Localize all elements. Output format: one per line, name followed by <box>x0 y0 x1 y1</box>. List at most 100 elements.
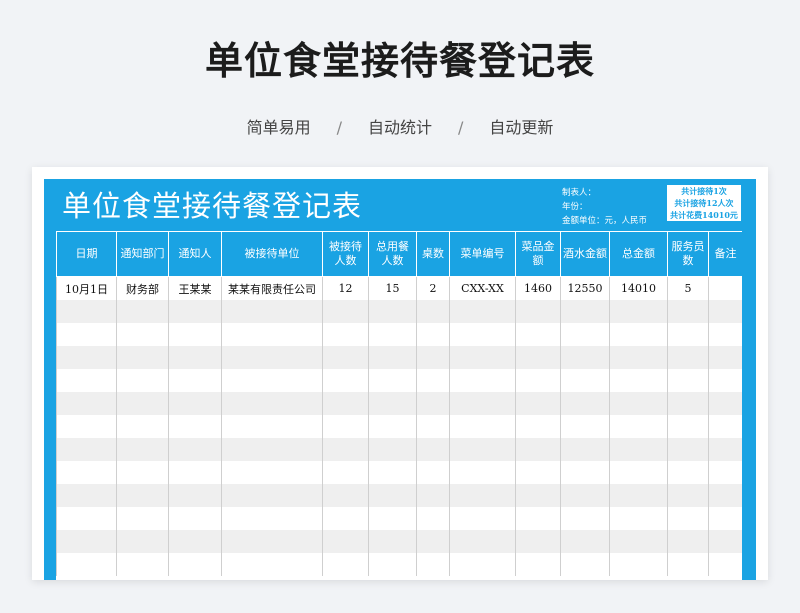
table-cell[interactable] <box>416 323 450 346</box>
table-cell[interactable] <box>221 438 323 461</box>
table-cell[interactable] <box>560 553 610 576</box>
column-header[interactable]: 通知人 <box>168 231 222 277</box>
table-cell[interactable] <box>609 300 668 323</box>
table-cell[interactable] <box>322 323 369 346</box>
table-cell[interactable] <box>708 438 742 461</box>
table-cell[interactable] <box>168 392 222 415</box>
table-cell[interactable] <box>449 392 516 415</box>
table-cell[interactable] <box>168 530 222 553</box>
table-cell[interactable] <box>221 553 323 576</box>
table-cell[interactable] <box>416 346 450 369</box>
table-cell[interactable] <box>560 323 610 346</box>
table-cell[interactable] <box>416 415 450 438</box>
table-cell[interactable] <box>322 530 369 553</box>
column-header[interactable]: 菜单编号 <box>449 231 516 277</box>
table-cell[interactable] <box>609 346 668 369</box>
table-cell[interactable] <box>515 415 561 438</box>
table-cell[interactable] <box>168 346 222 369</box>
table-cell[interactable] <box>609 438 668 461</box>
table-cell[interactable] <box>708 346 742 369</box>
table-cell[interactable] <box>116 553 169 576</box>
table-cell[interactable] <box>368 369 417 392</box>
table-cell[interactable] <box>221 323 323 346</box>
table-cell[interactable] <box>168 323 222 346</box>
table-cell[interactable] <box>515 507 561 530</box>
table-cell[interactable] <box>667 415 709 438</box>
table-cell[interactable] <box>368 346 417 369</box>
table-cell[interactable] <box>609 553 668 576</box>
table-cell[interactable] <box>449 507 516 530</box>
table-cell[interactable] <box>416 392 450 415</box>
table-cell[interactable] <box>322 461 369 484</box>
table-cell[interactable] <box>609 369 668 392</box>
table-cell[interactable] <box>322 484 369 507</box>
table-cell[interactable] <box>515 553 561 576</box>
table-cell[interactable] <box>609 484 668 507</box>
table-cell[interactable] <box>449 484 516 507</box>
table-cell[interactable] <box>609 530 668 553</box>
table-cell[interactable]: CXX-XX <box>449 276 516 300</box>
column-header[interactable]: 服务员数 <box>667 231 709 277</box>
column-header[interactable]: 备注 <box>708 231 742 277</box>
table-cell[interactable] <box>449 438 516 461</box>
table-cell[interactable] <box>116 369 169 392</box>
table-cell[interactable] <box>116 530 169 553</box>
table-cell[interactable] <box>168 300 222 323</box>
table-cell[interactable] <box>416 484 450 507</box>
table-cell[interactable] <box>322 507 369 530</box>
table-cell[interactable] <box>667 369 709 392</box>
table-cell[interactable] <box>667 553 709 576</box>
table-cell[interactable] <box>449 553 516 576</box>
column-header[interactable]: 总金额 <box>609 231 668 277</box>
table-cell[interactable] <box>416 507 450 530</box>
table-cell[interactable] <box>560 369 610 392</box>
table-cell[interactable]: 12550 <box>560 276 610 300</box>
column-header[interactable]: 被接待单位 <box>221 231 323 277</box>
table-cell[interactable] <box>116 415 169 438</box>
table-cell[interactable] <box>609 461 668 484</box>
table-cell[interactable] <box>708 461 742 484</box>
table-cell[interactable] <box>416 553 450 576</box>
table-cell[interactable] <box>56 300 117 323</box>
table-cell[interactable] <box>667 507 709 530</box>
table-cell[interactable] <box>168 415 222 438</box>
table-cell[interactable] <box>221 369 323 392</box>
column-header[interactable]: 总用餐人数 <box>368 231 417 277</box>
table-cell[interactable] <box>56 392 117 415</box>
table-cell[interactable] <box>667 484 709 507</box>
table-cell[interactable] <box>368 484 417 507</box>
table-cell[interactable] <box>667 300 709 323</box>
table-cell[interactable] <box>168 507 222 530</box>
column-header[interactable]: 酒水金额 <box>560 231 610 277</box>
table-cell[interactable] <box>322 415 369 438</box>
table-cell[interactable] <box>168 369 222 392</box>
table-cell[interactable]: 5 <box>667 276 709 300</box>
table-cell[interactable] <box>322 553 369 576</box>
table-cell[interactable]: 14010 <box>609 276 668 300</box>
table-cell[interactable] <box>708 323 742 346</box>
table-cell[interactable] <box>708 300 742 323</box>
table-cell[interactable] <box>560 507 610 530</box>
table-cell[interactable] <box>515 300 561 323</box>
table-cell[interactable] <box>56 346 117 369</box>
table-cell[interactable] <box>449 415 516 438</box>
table-cell[interactable] <box>56 323 117 346</box>
table-cell[interactable] <box>368 461 417 484</box>
table-cell[interactable] <box>322 300 369 323</box>
table-cell[interactable] <box>56 415 117 438</box>
table-cell[interactable] <box>667 530 709 553</box>
table-cell[interactable] <box>560 484 610 507</box>
table-cell[interactable] <box>416 300 450 323</box>
table-cell[interactable] <box>168 553 222 576</box>
table-cell[interactable] <box>56 369 117 392</box>
table-cell[interactable]: 某某有限责任公司 <box>221 276 323 300</box>
table-cell[interactable] <box>667 392 709 415</box>
table-cell[interactable] <box>116 438 169 461</box>
table-cell[interactable] <box>322 392 369 415</box>
table-cell[interactable] <box>116 392 169 415</box>
table-cell[interactable] <box>322 346 369 369</box>
table-cell[interactable] <box>708 276 742 300</box>
table-cell[interactable] <box>56 484 117 507</box>
table-cell[interactable]: 10月1日 <box>56 276 117 300</box>
table-cell[interactable] <box>515 392 561 415</box>
